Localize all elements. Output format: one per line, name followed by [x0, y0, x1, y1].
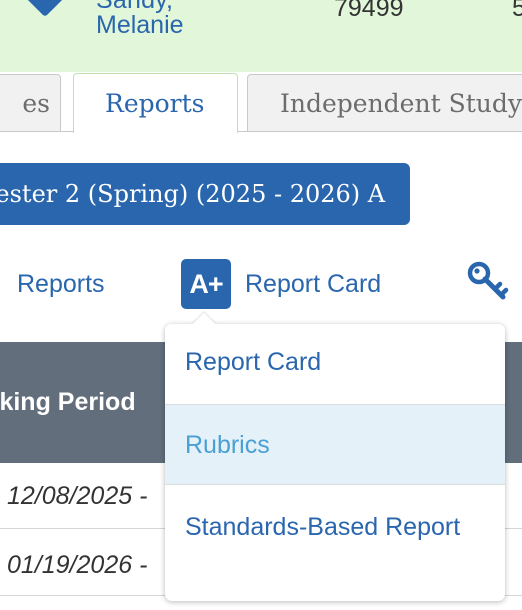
report-card-dropdown-menu: Report Card Rubrics Standards-Based Repo…	[165, 324, 505, 601]
tab-independent-study-label: Independent Study	[280, 88, 522, 118]
menu-item-standards-based-report[interactable]: Standards-Based Report	[165, 485, 505, 601]
term-selector-label: Semester 2 (Spring) (2025 - 2026) A	[0, 180, 386, 208]
student-diamond-icon	[20, 0, 70, 18]
student-id: 79499	[334, 0, 404, 22]
tab-reports-label: Reports	[105, 89, 205, 118]
row-date: 01/19/2026 -	[7, 551, 148, 579]
student-header: Sandy, Melanie 79499 5	[0, 0, 522, 72]
menu-item-report-card[interactable]: Report Card	[165, 324, 505, 404]
reports-link[interactable]: Reports	[17, 270, 105, 299]
report-card-link[interactable]: Report Card	[245, 270, 381, 299]
tab-courses[interactable]: es	[0, 74, 61, 132]
report-card-icon[interactable]: A+	[181, 259, 231, 309]
tab-reports[interactable]: Reports	[73, 73, 238, 133]
key-icon[interactable]	[466, 260, 510, 304]
tab-bar: es Reports Independent Study	[0, 72, 522, 133]
term-selector-button[interactable]: Semester 2 (Spring) (2025 - 2026) A	[0, 163, 410, 225]
tab-courses-label: es	[22, 88, 50, 118]
menu-item-rubrics[interactable]: Rubrics	[165, 404, 505, 485]
row-date: 12/08/2025 -	[7, 482, 148, 510]
tab-independent-study[interactable]: Independent Study	[247, 74, 522, 132]
column-header-marking-period[interactable]: Marking Period	[0, 388, 152, 417]
student-first-name[interactable]: Melanie	[96, 11, 184, 40]
header-edge-text: 5	[512, 0, 522, 22]
column-header-label: Marking Period	[0, 388, 136, 416]
